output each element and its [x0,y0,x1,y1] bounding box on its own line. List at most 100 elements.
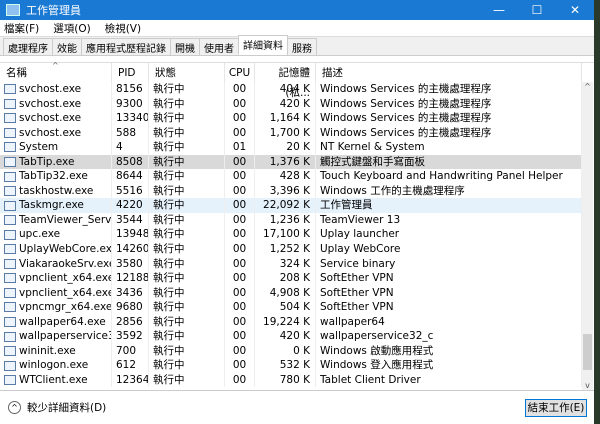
tab-4[interactable]: 使用者 [199,38,239,55]
fewer-details-label: 較少詳細資料(D) [27,402,107,414]
tab-6[interactable]: 服務 [287,38,317,55]
process-name: WTClient.exe [19,373,88,386]
close-button[interactable]: ✕ [556,3,594,17]
cell-status: 執行中 [149,198,225,213]
cell-status: 執行中 [149,154,225,170]
menu-options[interactable]: 選項(O) [53,21,90,36]
table-row[interactable]: wallpaper64.exe 2856 執行中 00 19,224 Kwallpape… [0,314,582,330]
table-row[interactable]: wininit.exe 700 執行中 00 0 K Windows 啟動應用程式 [0,343,582,359]
table-row[interactable]: svchost.exe 13340 執行中 00 1,164 K Windows Serv… [0,111,582,126]
cell-description: Windows Services 的主機處理程序 [316,125,582,141]
cell-pid: 12188 [112,271,149,286]
table-row[interactable]: System 4 執行中 01 20 K NT Kernel & System [0,140,582,155]
tab-0[interactable]: 處理程序 [3,38,53,55]
scroll-up-icon[interactable]: ^ [582,82,593,91]
cell-cpu: 00 [225,300,255,315]
cell-description: TeamViewer 13 [316,212,582,228]
table-row[interactable]: vpnclient_x64.exe 12188 執行中 00 208 K SoftEthe… [0,271,582,286]
table-row[interactable]: taskhostw.exe 5516 執行中 00 3,396 K Windows 工作的… [0,183,582,199]
task-manager-window: 工作管理員 — ☐ ✕ 檔案(F) 選項(O) 檢視(V) 處理程序 效能 應用程式… [0,0,594,424]
cell-description: Touch Keyboard and Handwriting Panel Hel… [316,169,582,184]
cell-description: Tablet Client Driver [316,372,582,388]
tab-3[interactable]: 開機 [170,38,200,55]
column-memory[interactable]: 記憶體 (私... [255,62,316,99]
table-row[interactable]: Taskmgr.exe 4220 執行中 00 22,092 K 工作管理員 [0,198,582,213]
table-row[interactable]: svchost.exe 588 執行中 00 1,700 K Windows Servic… [0,125,582,141]
table-row[interactable]: TabTip.exe 8508 執行中 00 1,376 K 觸控式鍵盤和手寫面板 [0,154,582,170]
cell-status: 執行中 [149,82,225,97]
table-row[interactable]: winlogon.exe 612 執行中 00 532 K Windows 登入應用程式 [0,358,582,373]
maximize-button[interactable]: ☐ [518,3,556,17]
table-row[interactable]: wallpaperservice32...3592執行中00420 Kwallp… [0,329,582,344]
cell-pid: 5516 [112,183,149,199]
process-name: svchost.exe [19,112,82,125]
cell-description: Windows Services 的主機處理程序 [316,96,582,112]
scrollbar-thumb[interactable] [583,334,592,370]
cell-description: 觸控式鍵盤和手寫面板 [316,154,582,170]
table-row[interactable]: TabTip32.exe 8644 執行中 00 428 K Touch Keyboard… [0,169,582,184]
menu-file[interactable]: 檔案(F) [4,21,39,36]
column-cpu[interactable]: CPU [225,62,255,83]
cell-description: wallpaper64 [316,314,582,330]
table-row[interactable]: vpncmgr_x64.exe 9680 執行中 00 504 K SoftEther V… [0,300,582,315]
cell-name: TeamViewer_Servic... [0,212,112,228]
cell-name: wallpaper64.exe [0,314,112,330]
cell-description: Uplay launcher [316,227,582,243]
cell-status: 執行中 [149,314,225,330]
cell-pid: 8644 [112,169,149,184]
cell-pid: 4 [112,140,149,155]
cell-pid: 3592 [112,329,149,344]
cell-cpu: 00 [225,329,255,344]
cell-name: ViakaraokeSrv.exe [0,256,112,272]
table-row[interactable]: WTClient.exe 12364 執行中 00 780 K Tablet Client… [0,372,582,388]
process-name: TeamViewer_Servic... [19,213,112,226]
fewer-details-button[interactable]: ^ 較少詳細資料(D) [8,400,106,415]
table-row[interactable]: TeamViewer_Servic...3544執行中001,236 KTeam… [0,212,582,228]
process-icon [4,200,16,211]
cell-name: TabTip32.exe [0,169,112,184]
column-description[interactable]: 描述 [316,62,582,83]
cell-name: TabTip.exe [0,154,112,170]
process-name: vpnclient_x64.exe [19,272,112,285]
process-name: winlogon.exe [19,359,89,372]
menu-view[interactable]: 檢視(V) [105,21,141,36]
window-title: 工作管理員 [26,4,81,17]
table-row[interactable]: UplayWebCore.exe 14260 執行中 00 1,252 K Uplay W… [0,242,582,257]
cell-name: UplayWebCore.exe [0,242,112,257]
table-row[interactable]: svchost.exe 8156 執行中 00 404 K Windows Service… [0,82,582,97]
tab-1[interactable]: 效能 [52,38,82,55]
table-row[interactable]: svchost.exe 9300 執行中 00 420 K Windows Service… [0,96,582,112]
cell-memory: 324 K [255,256,316,272]
scroll-down-icon[interactable]: v [582,381,593,390]
column-name[interactable]: ^ 名稱 [0,61,112,83]
cell-pid: 700 [112,343,149,359]
cell-status: 執行中 [149,227,225,243]
column-status[interactable]: 狀態 [149,62,225,83]
cell-status: 執行中 [149,125,225,141]
cell-name: svchost.exe [0,82,112,97]
cell-description: 工作管理員 [316,198,582,213]
column-header: ^ 名稱 PID 狀態 CPU 記憶體 (私... 描述 [0,61,594,99]
vertical-scrollbar[interactable]: ^ v [582,82,593,390]
cell-memory: 780 K [255,372,316,388]
cell-description: NT Kernel & System [316,140,582,155]
end-task-button[interactable]: 結束工作(E) [525,399,587,417]
process-icon [4,229,16,240]
cell-pid: 12364 [112,372,149,388]
cell-cpu: 00 [225,242,255,257]
process-icon [4,157,16,167]
cell-cpu: 00 [225,358,255,373]
column-pid[interactable]: PID [112,62,149,83]
minimize-button[interactable]: — [480,3,518,17]
process-icon [4,186,16,197]
tab-2[interactable]: 應用程式歷程記錄 [81,38,171,55]
cell-memory: 420 K [255,329,316,344]
table-row[interactable]: vpnclient_x64.exe 3436 執行中 00 4,908 K SoftEth… [0,285,582,301]
table-row[interactable]: upc.exe 13948 執行中 00 17,100 K Uplay launcher [0,227,582,243]
tab-5[interactable]: 詳細資料 [238,35,288,55]
cell-name: svchost.exe [0,125,112,141]
cell-pid: 13340 [112,111,149,126]
process-name: TabTip.exe [19,155,75,168]
cell-cpu: 00 [225,169,255,184]
table-row[interactable]: ViakaraokeSrv.exe 3580 執行中 00 324 K Service b… [0,256,582,272]
